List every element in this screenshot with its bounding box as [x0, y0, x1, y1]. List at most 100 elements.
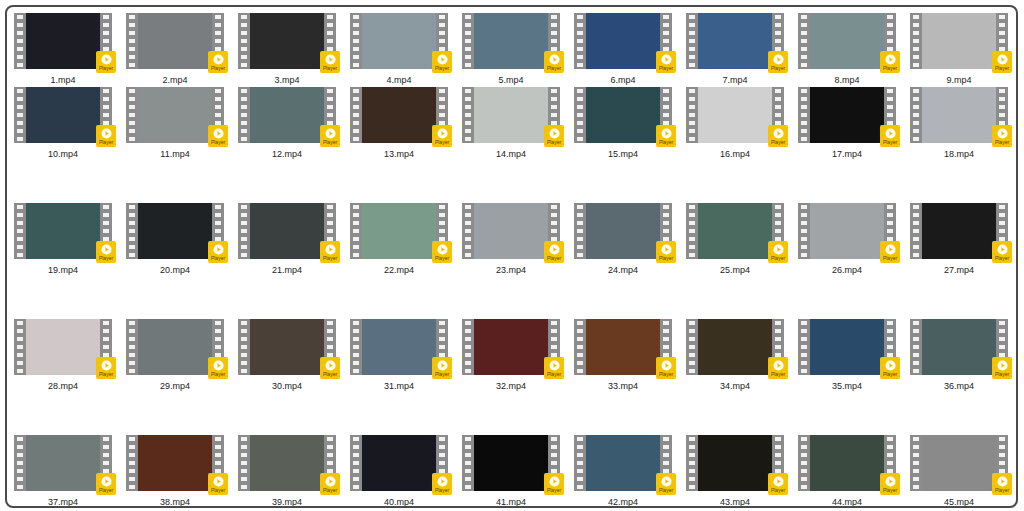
- file-name[interactable]: 23.mp4: [496, 265, 526, 276]
- file-name[interactable]: 31.mp4: [384, 381, 414, 392]
- video-thumbnail[interactable]: Player: [798, 435, 896, 491]
- video-thumbnail[interactable]: Player: [574, 87, 672, 143]
- file-name[interactable]: 12.mp4: [272, 149, 302, 160]
- file-item[interactable]: Player 42.mp4: [574, 435, 672, 508]
- video-thumbnail[interactable]: Player: [238, 87, 336, 143]
- video-thumbnail[interactable]: Player: [462, 87, 560, 143]
- video-thumbnail[interactable]: Player: [686, 203, 784, 259]
- file-item[interactable]: Player 44.mp4: [798, 435, 896, 508]
- file-name[interactable]: 44.mp4: [832, 497, 862, 508]
- file-item[interactable]: Player33.mp4: [574, 319, 672, 392]
- video-thumbnail[interactable]: Player: [350, 13, 448, 69]
- file-item[interactable]: Player 28.mp4: [14, 319, 112, 392]
- video-thumbnail[interactable]: Player: [686, 319, 784, 375]
- video-thumbnail[interactable]: Player: [238, 435, 336, 491]
- video-thumbnail[interactable]: Player: [462, 203, 560, 259]
- file-name[interactable]: 38.mp4: [160, 497, 190, 508]
- file-item[interactable]: Player40.mp4: [350, 435, 448, 508]
- video-thumbnail[interactable]: Player: [910, 13, 1008, 69]
- file-name[interactable]: 40.mp4: [384, 497, 414, 508]
- file-name[interactable]: 32.mp4: [496, 381, 526, 392]
- video-thumbnail[interactable]: Player: [14, 319, 112, 375]
- file-name[interactable]: 3.mp4: [274, 75, 299, 86]
- file-name[interactable]: 39.mp4: [272, 497, 302, 508]
- video-thumbnail[interactable]: Player: [238, 13, 336, 69]
- video-thumbnail[interactable]: Player: [350, 87, 448, 143]
- file-item[interactable]: Player 34.mp4: [686, 319, 784, 392]
- file-item[interactable]: Player45.mp4: [910, 435, 1008, 508]
- file-item[interactable]: Player 23.mp4: [462, 203, 560, 276]
- file-name[interactable]: 7.mp4: [722, 75, 747, 86]
- file-item[interactable]: Player8.mp4: [798, 13, 896, 86]
- file-name[interactable]: 33.mp4: [608, 381, 638, 392]
- video-thumbnail[interactable]: Player: [126, 319, 224, 375]
- file-name[interactable]: 42.mp4: [608, 497, 638, 508]
- file-item[interactable]: Player1.mp4: [14, 13, 112, 86]
- video-thumbnail[interactable]: Player: [798, 203, 896, 259]
- file-name[interactable]: 18.mp4: [944, 149, 974, 160]
- file-name[interactable]: 6.mp4: [610, 75, 635, 86]
- file-item[interactable]: Player10.mp4: [14, 87, 112, 160]
- file-item[interactable]: Player 41.mp4: [462, 435, 560, 508]
- video-thumbnail[interactable]: Player: [686, 87, 784, 143]
- file-name[interactable]: 27.mp4: [944, 265, 974, 276]
- file-name[interactable]: 17.mp4: [832, 149, 862, 160]
- file-name[interactable]: 15.mp4: [608, 149, 638, 160]
- file-item[interactable]: Player 29.mp4: [126, 319, 224, 392]
- file-item[interactable]: Player22.mp4: [350, 203, 448, 276]
- file-name[interactable]: 28.mp4: [48, 381, 78, 392]
- video-thumbnail[interactable]: Player: [14, 87, 112, 143]
- video-thumbnail[interactable]: Player: [126, 203, 224, 259]
- video-thumbnail[interactable]: Player: [910, 203, 1008, 259]
- file-name[interactable]: 21.mp4: [272, 265, 302, 276]
- file-name[interactable]: 41.mp4: [496, 497, 526, 508]
- video-thumbnail[interactable]: Player: [574, 13, 672, 69]
- video-thumbnail[interactable]: Player: [14, 13, 112, 69]
- video-thumbnail[interactable]: Player: [910, 435, 1008, 491]
- video-thumbnail[interactable]: Player: [910, 319, 1008, 375]
- file-item[interactable]: Player18.mp4: [910, 87, 1008, 160]
- file-item[interactable]: Player38.mp4: [126, 435, 224, 508]
- file-name[interactable]: 25.mp4: [720, 265, 750, 276]
- file-item[interactable]: Player7.mp4: [686, 13, 784, 86]
- video-thumbnail[interactable]: Player: [14, 435, 112, 491]
- file-item[interactable]: Player 39.mp4: [238, 435, 336, 508]
- file-item[interactable]: Player 13.mp4: [350, 87, 448, 160]
- file-name[interactable]: 4.mp4: [386, 75, 411, 86]
- video-thumbnail[interactable]: Player: [350, 319, 448, 375]
- file-name[interactable]: 5.mp4: [498, 75, 523, 86]
- file-item[interactable]: Player 16.mp4: [686, 87, 784, 160]
- file-item[interactable]: Player 9.mp4: [910, 13, 1008, 86]
- file-name[interactable]: 20.mp4: [160, 265, 190, 276]
- video-thumbnail[interactable]: Player: [574, 435, 672, 491]
- file-name[interactable]: 11.mp4: [160, 149, 189, 160]
- file-item[interactable]: Player24.mp4: [574, 203, 672, 276]
- file-name[interactable]: 16.mp4: [720, 149, 750, 160]
- file-item[interactable]: Player 25.mp4: [686, 203, 784, 276]
- file-item[interactable]: Player19.mp4: [14, 203, 112, 276]
- file-item[interactable]: Player14.mp4: [462, 87, 560, 160]
- video-thumbnail[interactable]: Player: [574, 203, 672, 259]
- video-thumbnail[interactable]: Player: [238, 203, 336, 259]
- file-item[interactable]: Player 17.mp4: [798, 87, 896, 160]
- file-name[interactable]: 9.mp4: [946, 75, 971, 86]
- file-name[interactable]: 36.mp4: [944, 381, 974, 392]
- file-name[interactable]: 26.mp4: [832, 265, 862, 276]
- file-name[interactable]: 13.mp4: [384, 149, 414, 160]
- file-name[interactable]: 29.mp4: [160, 381, 190, 392]
- file-item[interactable]: Player35.mp4: [798, 319, 896, 392]
- file-item[interactable]: Player 21.mp4: [238, 203, 336, 276]
- video-thumbnail[interactable]: Player: [14, 203, 112, 259]
- file-item[interactable]: Player 12.mp4: [238, 87, 336, 160]
- video-thumbnail[interactable]: Player: [798, 13, 896, 69]
- file-name[interactable]: 22.mp4: [384, 265, 414, 276]
- video-thumbnail[interactable]: Player: [462, 435, 560, 491]
- video-thumbnail[interactable]: Player: [462, 13, 560, 69]
- file-name[interactable]: 37.mp4: [48, 497, 78, 508]
- file-name[interactable]: 34.mp4: [720, 381, 750, 392]
- video-thumbnail[interactable]: Player: [462, 319, 560, 375]
- video-thumbnail[interactable]: Player: [798, 87, 896, 143]
- file-item[interactable]: Player 32.mp4: [462, 319, 560, 392]
- file-item[interactable]: Player 31.mp4: [350, 319, 448, 392]
- file-name[interactable]: 43.mp4: [720, 497, 750, 508]
